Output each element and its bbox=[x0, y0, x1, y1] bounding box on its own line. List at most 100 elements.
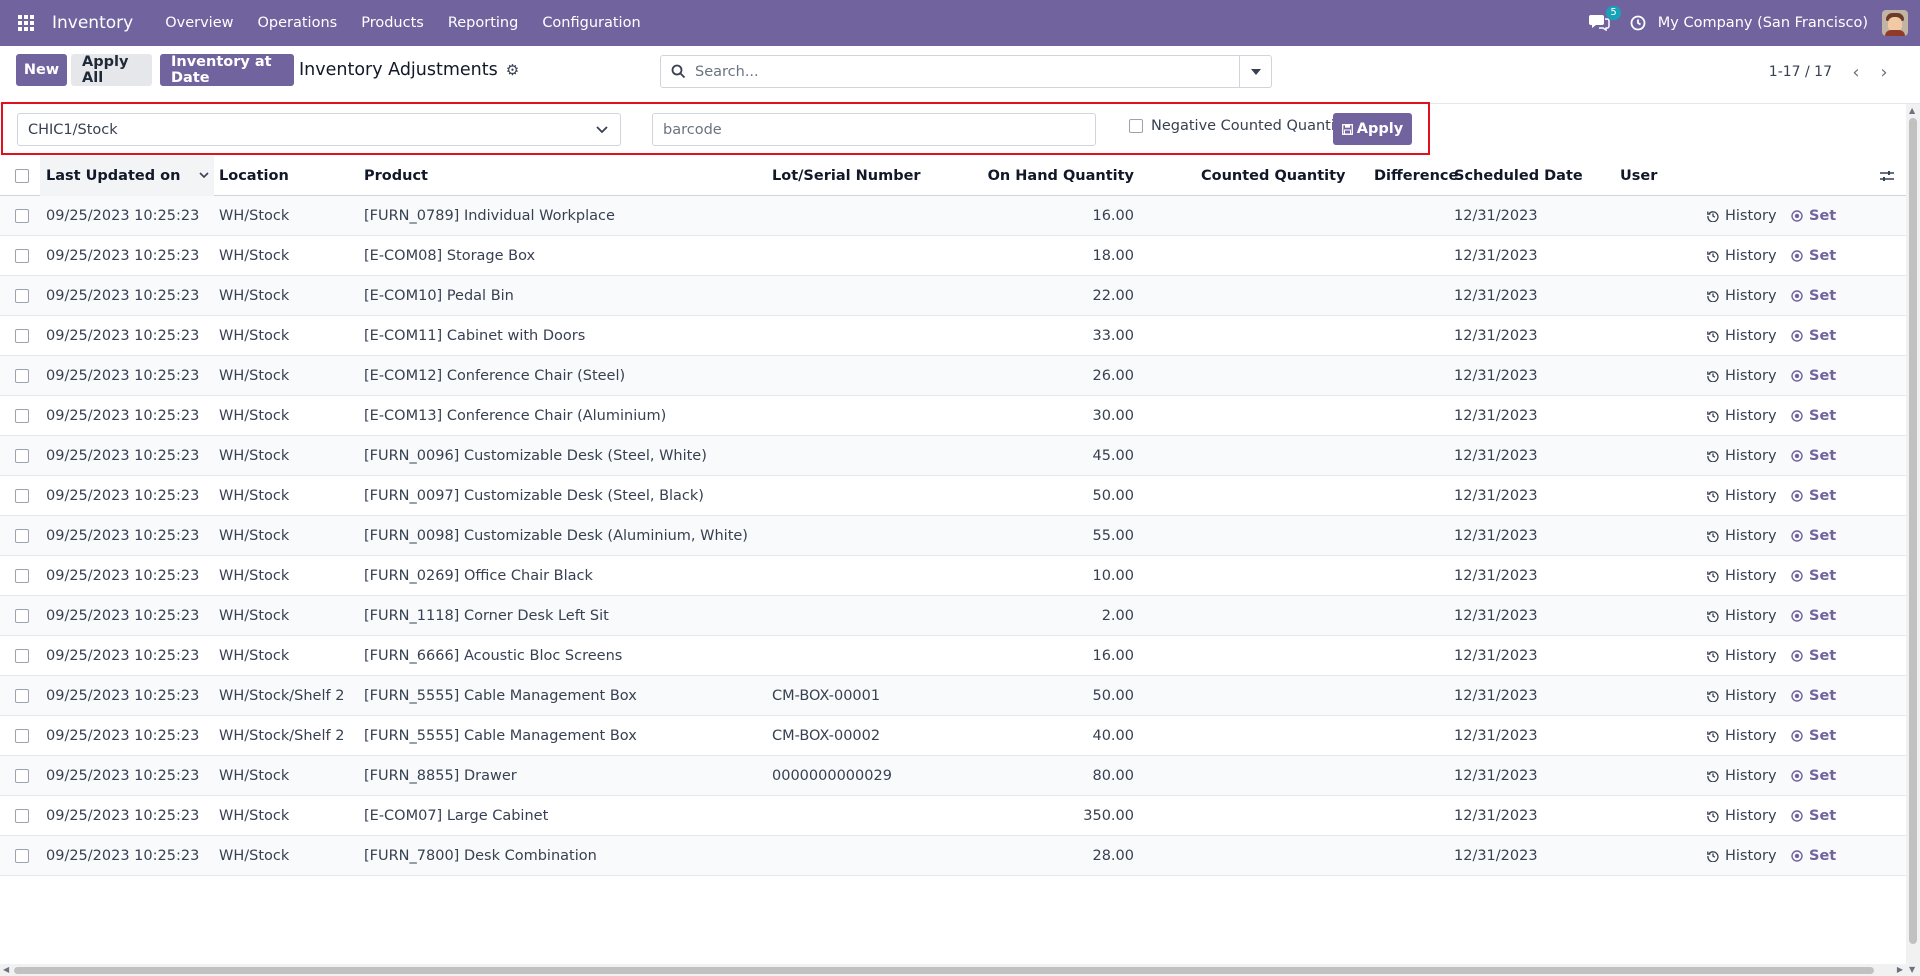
menu-products[interactable]: Products bbox=[349, 0, 436, 46]
row-checkbox[interactable] bbox=[15, 408, 29, 423]
pager-next-icon[interactable]: › bbox=[1870, 60, 1898, 84]
apps-menu-icon[interactable] bbox=[0, 0, 52, 46]
row-checkbox[interactable] bbox=[15, 208, 29, 223]
table-row[interactable]: 09/25/2023 10:25:23 WH/Stock [FURN_8855] D… bbox=[0, 756, 1906, 796]
set-button[interactable]: Set bbox=[1791, 836, 1836, 875]
table-row[interactable]: 09/25/2023 10:25:23 WH/Stock [FURN_0269] O… bbox=[0, 556, 1906, 596]
row-checkbox[interactable] bbox=[15, 448, 29, 463]
set-button[interactable]: Set bbox=[1791, 196, 1836, 235]
search-input[interactable] bbox=[695, 63, 1239, 80]
col-product[interactable]: Product bbox=[364, 156, 428, 195]
row-checkbox[interactable] bbox=[15, 528, 29, 543]
table-row[interactable]: 09/25/2023 10:25:23 WH/Stock [FURN_0096] C… bbox=[0, 436, 1906, 476]
table-row[interactable]: 09/25/2023 10:25:23 WH/Stock [FURN_0789] I… bbox=[0, 196, 1906, 236]
history-button[interactable]: History bbox=[1707, 796, 1777, 835]
row-checkbox[interactable] bbox=[15, 288, 29, 303]
row-checkbox[interactable] bbox=[15, 688, 29, 703]
set-button[interactable]: Set bbox=[1791, 436, 1836, 475]
history-button[interactable]: History bbox=[1707, 316, 1777, 355]
set-button[interactable]: Set bbox=[1791, 716, 1836, 755]
history-button[interactable]: History bbox=[1707, 636, 1777, 675]
table-row[interactable]: 09/25/2023 10:25:23 WH/Stock [E-COM08] Sto… bbox=[0, 236, 1906, 276]
history-button[interactable]: History bbox=[1707, 516, 1777, 555]
pager-previous-icon[interactable]: ‹ bbox=[1842, 60, 1870, 84]
row-checkbox[interactable] bbox=[15, 808, 29, 823]
history-button[interactable]: History bbox=[1707, 836, 1777, 875]
menu-overview[interactable]: Overview bbox=[153, 0, 245, 46]
row-checkbox[interactable] bbox=[15, 848, 29, 863]
set-button[interactable]: Set bbox=[1791, 596, 1836, 635]
select-all-checkbox[interactable] bbox=[15, 168, 29, 183]
set-button[interactable]: Set bbox=[1791, 796, 1836, 835]
table-row[interactable]: 09/25/2023 10:25:23 WH/Stock [FURN_0097] C… bbox=[0, 476, 1906, 516]
set-button[interactable]: Set bbox=[1791, 316, 1836, 355]
horizontal-scrollbar[interactable]: ◀ ▶ bbox=[0, 964, 1906, 976]
search-options-toggle-icon[interactable] bbox=[1239, 56, 1271, 87]
col-location[interactable]: Location bbox=[219, 156, 289, 195]
row-checkbox[interactable] bbox=[15, 728, 29, 743]
set-button[interactable]: Set bbox=[1791, 756, 1836, 795]
history-button[interactable]: History bbox=[1707, 356, 1777, 395]
row-checkbox[interactable] bbox=[15, 248, 29, 263]
new-button[interactable]: New bbox=[16, 54, 67, 86]
row-checkbox[interactable] bbox=[15, 768, 29, 783]
inventory-at-date-button[interactable]: Inventory at Date bbox=[160, 54, 294, 86]
user-avatar[interactable] bbox=[1882, 10, 1908, 36]
table-row[interactable]: 09/25/2023 10:25:23 WH/Stock [E-COM13] Con… bbox=[0, 396, 1906, 436]
menu-reporting[interactable]: Reporting bbox=[436, 0, 531, 46]
set-button[interactable]: Set bbox=[1791, 276, 1836, 315]
row-checkbox[interactable] bbox=[15, 328, 29, 343]
row-checkbox[interactable] bbox=[15, 368, 29, 383]
col-scheduled-date[interactable]: Scheduled Date bbox=[1454, 156, 1583, 195]
col-user[interactable]: User bbox=[1620, 156, 1657, 195]
pager-value[interactable]: 1-17 / 17 bbox=[1769, 64, 1832, 80]
table-row[interactable]: 09/25/2023 10:25:23 WH/Stock [FURN_6666] A… bbox=[0, 636, 1906, 676]
negative-quantity-checkbox[interactable] bbox=[1129, 119, 1143, 133]
history-button[interactable]: History bbox=[1707, 476, 1777, 515]
history-button[interactable]: History bbox=[1707, 396, 1777, 435]
table-row[interactable]: 09/25/2023 10:25:23 WH/Stock [E-COM10] Ped… bbox=[0, 276, 1906, 316]
row-checkbox[interactable] bbox=[15, 648, 29, 663]
activity-clock-icon[interactable] bbox=[1630, 15, 1646, 31]
history-button[interactable]: History bbox=[1707, 676, 1777, 715]
table-row[interactable]: 09/25/2023 10:25:23 WH/Stock/Shelf 2 [FURN… bbox=[0, 676, 1906, 716]
set-button[interactable]: Set bbox=[1791, 556, 1836, 595]
history-button[interactable]: History bbox=[1707, 276, 1777, 315]
apply-all-button[interactable]: Apply All bbox=[71, 54, 152, 86]
table-row[interactable]: 09/25/2023 10:25:23 WH/Stock [E-COM11] Cab… bbox=[0, 316, 1906, 356]
history-button[interactable]: History bbox=[1707, 716, 1777, 755]
table-row[interactable]: 09/25/2023 10:25:23 WH/Stock [E-COM12] Con… bbox=[0, 356, 1906, 396]
barcode-input[interactable]: barcode bbox=[652, 113, 1096, 146]
history-button[interactable]: History bbox=[1707, 596, 1777, 635]
row-checkbox[interactable] bbox=[15, 568, 29, 583]
vertical-scrollbar[interactable]: ▲ ▼ bbox=[1906, 104, 1920, 976]
history-button[interactable]: History bbox=[1707, 756, 1777, 795]
history-button[interactable]: History bbox=[1707, 436, 1777, 475]
table-row[interactable]: 09/25/2023 10:25:23 WH/Stock/Shelf 2 [FURN… bbox=[0, 716, 1906, 756]
messages-icon[interactable]: 5 bbox=[1588, 6, 1621, 33]
table-row[interactable]: 09/25/2023 10:25:23 WH/Stock [E-COM07] Lar… bbox=[0, 796, 1906, 836]
set-button[interactable]: Set bbox=[1791, 356, 1836, 395]
table-row[interactable]: 09/25/2023 10:25:23 WH/Stock [FURN_1118] C… bbox=[0, 596, 1906, 636]
set-button[interactable]: Set bbox=[1791, 476, 1836, 515]
row-checkbox[interactable] bbox=[15, 488, 29, 503]
col-on-hand[interactable]: On Hand Quantity bbox=[988, 156, 1134, 195]
history-button[interactable]: History bbox=[1707, 236, 1777, 275]
col-difference[interactable]: Difference bbox=[1374, 156, 1458, 195]
location-select[interactable]: CHIC1/Stock bbox=[17, 113, 621, 146]
col-lot[interactable]: Lot/Serial Number bbox=[772, 156, 921, 195]
set-button[interactable]: Set bbox=[1791, 676, 1836, 715]
table-row[interactable]: 09/25/2023 10:25:23 WH/Stock [FURN_0098] C… bbox=[0, 516, 1906, 556]
app-brand[interactable]: Inventory bbox=[52, 13, 133, 33]
menu-configuration[interactable]: Configuration bbox=[530, 0, 652, 46]
table-row[interactable]: 09/25/2023 10:25:23 WH/Stock [FURN_7800] D… bbox=[0, 836, 1906, 876]
apply-button[interactable]: Apply bbox=[1333, 113, 1412, 145]
history-button[interactable]: History bbox=[1707, 196, 1777, 235]
col-counted[interactable]: Counted Quantity bbox=[1201, 156, 1345, 195]
set-button[interactable]: Set bbox=[1791, 236, 1836, 275]
set-button[interactable]: Set bbox=[1791, 396, 1836, 435]
row-checkbox[interactable] bbox=[15, 608, 29, 623]
col-last-updated[interactable]: Last Updated on bbox=[46, 156, 210, 195]
gear-icon[interactable]: ⚙ bbox=[506, 61, 519, 79]
menu-operations[interactable]: Operations bbox=[245, 0, 349, 46]
